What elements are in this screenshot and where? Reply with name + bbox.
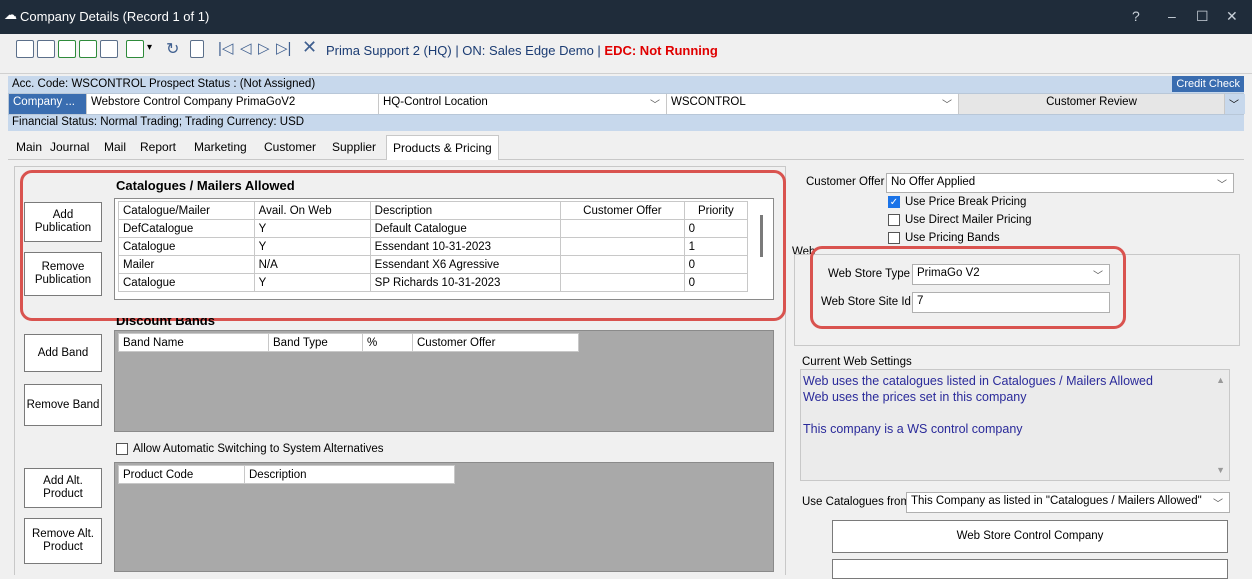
column-header[interactable]: Description bbox=[244, 465, 455, 484]
refresh-icon[interactable]: ↻ bbox=[166, 39, 179, 59]
use-catalogues-select[interactable]: This Company as listed in "Catalogues / … bbox=[906, 492, 1230, 513]
checkbox-label: Use Direct Mailer Pricing bbox=[905, 214, 1032, 227]
checkbox-icon bbox=[888, 232, 900, 244]
financial-status: Financial Status: Normal Trading; Tradin… bbox=[12, 116, 305, 128]
credit-check-button[interactable]: Credit Check bbox=[1172, 76, 1244, 92]
checkbox-label: Use Price Break Pricing bbox=[905, 196, 1027, 209]
remove-band-button[interactable]: Remove Band bbox=[24, 384, 102, 426]
dropdown-icon[interactable]: ▾ bbox=[147, 42, 152, 53]
code-select[interactable]: WSCONTROL ﹀ bbox=[667, 94, 959, 114]
chevron-down-icon: ﹀ bbox=[1217, 180, 1227, 191]
scroll-up-icon[interactable]: ▲ bbox=[1216, 372, 1225, 388]
customer-review-field[interactable]: Customer Review bbox=[959, 94, 1225, 114]
copy-icon[interactable] bbox=[190, 40, 204, 58]
auto-switch-checkbox[interactable]: Allow Automatic Switching to System Alte… bbox=[116, 443, 384, 455]
settings-line: Web uses the prices set in this company bbox=[803, 390, 1027, 404]
last-record-icon[interactable]: ▷| bbox=[276, 39, 291, 57]
app-icon: ☁ bbox=[4, 7, 17, 22]
settings-line: Web uses the catalogues listed in Catalo… bbox=[803, 374, 1153, 388]
help-icon[interactable]: ? bbox=[1132, 8, 1140, 24]
highlight-box bbox=[810, 246, 1126, 329]
chevron-down-icon: ﹀ bbox=[650, 100, 660, 111]
checkmark-icon: ✓ bbox=[888, 196, 900, 208]
column-header[interactable]: Band Type bbox=[268, 333, 363, 352]
discount-table: Band Name Band Type % Customer Offer bbox=[118, 333, 579, 352]
customer-offer-label: Customer Offer bbox=[806, 176, 885, 188]
save-new-icon[interactable] bbox=[58, 40, 76, 58]
column-header[interactable]: Customer Offer bbox=[412, 333, 579, 352]
remove-alt-product-button[interactable]: Remove Alt. Product bbox=[24, 518, 102, 564]
alternatives-grid[interactable]: Product Code Description bbox=[114, 462, 774, 572]
code-value: WSCONTROL bbox=[671, 96, 746, 108]
checkbox-icon bbox=[116, 443, 128, 455]
web-store-control-company-button[interactable]: Web Store Control Company bbox=[832, 520, 1228, 553]
secondary-button[interactable] bbox=[832, 559, 1228, 579]
maximize-icon[interactable]: ☐ bbox=[1196, 8, 1209, 25]
column-header[interactable]: Product Code bbox=[118, 465, 245, 484]
scroll-down-icon[interactable]: ▼ bbox=[1216, 462, 1225, 478]
discount-grid[interactable]: Band Name Band Type % Customer Offer bbox=[114, 330, 774, 432]
window-title: Company Details (Record 1 of 1) bbox=[20, 9, 210, 24]
title-bar: ☁ Company Details (Record 1 of 1) ? – ☐ … bbox=[0, 0, 1252, 34]
tab-bar: Main Journal Mail Report Marketing Custo… bbox=[8, 134, 1244, 160]
tab-marketing[interactable]: Marketing bbox=[190, 138, 251, 156]
edc-status: EDC: Not Running bbox=[604, 43, 718, 58]
checkbox-label: Use Pricing Bands bbox=[905, 232, 1000, 245]
customer-offer-value: No Offer Applied bbox=[891, 176, 976, 188]
table-header: Band Name Band Type % Customer Offer bbox=[118, 333, 579, 352]
company-button[interactable]: Company ... bbox=[9, 94, 87, 114]
tab-customer[interactable]: Customer bbox=[260, 138, 320, 156]
save-close-icon[interactable] bbox=[79, 40, 97, 58]
account-info-row: Acc. Code: WSCONTROL Prospect Status : (… bbox=[8, 76, 1244, 93]
current-web-settings-label: Current Web Settings bbox=[802, 356, 912, 368]
chevron-down-icon: ﹀ bbox=[1213, 499, 1223, 510]
checkbox-icon bbox=[888, 214, 900, 226]
review-dropdown[interactable]: ﹀ bbox=[1225, 94, 1245, 114]
checkbox-label: Allow Automatic Switching to System Alte… bbox=[133, 443, 384, 456]
settings-line: This company is a WS control company bbox=[803, 422, 1023, 436]
connection-text: Prima Support 2 (HQ) | ON: Sales Edge De… bbox=[326, 43, 605, 58]
use-catalogues-label: Use Catalogues from bbox=[802, 496, 911, 508]
settings-line bbox=[803, 405, 1227, 421]
tab-report[interactable]: Report bbox=[136, 138, 180, 156]
highlight-box bbox=[20, 170, 786, 321]
account-info: Acc. Code: WSCONTROL Prospect Status : (… bbox=[12, 78, 316, 90]
minimize-icon[interactable]: – bbox=[1168, 8, 1176, 24]
tab-products-pricing[interactable]: Products & Pricing bbox=[386, 135, 499, 160]
tab-main[interactable]: Main bbox=[12, 138, 46, 156]
first-record-icon[interactable]: |◁ bbox=[218, 39, 233, 57]
add-band-button[interactable]: Add Band bbox=[24, 334, 102, 372]
financial-status-row: Financial Status: Normal Trading; Tradin… bbox=[8, 115, 1244, 131]
alternatives-table: Product Code Description bbox=[118, 465, 455, 484]
chevron-down-icon: ﹀ bbox=[1229, 100, 1239, 111]
save-icon[interactable] bbox=[37, 40, 55, 58]
table-header: Product Code Description bbox=[118, 465, 455, 484]
toolbar: ▾ ↻ |◁ ◁ ▷ ▷| ✕ Prima Support 2 (HQ) | O… bbox=[0, 34, 1252, 74]
current-web-settings-box[interactable]: Web uses the catalogues listed in Catalo… bbox=[800, 369, 1230, 481]
use-catalogues-value: This Company as listed in "Catalogues / … bbox=[911, 495, 1202, 507]
close-icon[interactable]: ✕ bbox=[1226, 8, 1238, 25]
column-header[interactable]: % bbox=[362, 333, 413, 352]
pricing-bands-checkbox[interactable]: Use Pricing Bands bbox=[888, 232, 1000, 244]
price-break-checkbox[interactable]: ✓ Use Price Break Pricing bbox=[888, 196, 1026, 208]
location-select[interactable]: HQ-Control Location ﹀ bbox=[379, 94, 667, 114]
connection-status: Prima Support 2 (HQ) | ON: Sales Edge De… bbox=[326, 43, 718, 58]
previous-record-icon[interactable]: ◁ bbox=[240, 39, 252, 57]
chevron-down-icon: ﹀ bbox=[942, 100, 952, 111]
tab-mail[interactable]: Mail bbox=[100, 138, 130, 156]
company-row: Company ... Webstore Control Company Pri… bbox=[8, 93, 1245, 115]
company-name-field[interactable]: Webstore Control Company PrimaGoV2 bbox=[87, 94, 379, 114]
new-icon[interactable] bbox=[16, 40, 34, 58]
tab-supplier[interactable]: Supplier bbox=[328, 138, 380, 156]
tools-icon[interactable]: ✕ bbox=[302, 37, 317, 58]
tab-journal[interactable]: Journal bbox=[46, 138, 93, 156]
customer-offer-select[interactable]: No Offer Applied ﹀ bbox=[886, 173, 1234, 193]
location-value: HQ-Control Location bbox=[383, 96, 488, 108]
add-alt-product-button[interactable]: Add Alt. Product bbox=[24, 468, 102, 508]
delete-icon[interactable] bbox=[100, 40, 118, 58]
column-header[interactable]: Band Name bbox=[118, 333, 269, 352]
direct-mailer-checkbox[interactable]: Use Direct Mailer Pricing bbox=[888, 214, 1032, 226]
next-record-icon[interactable]: ▷ bbox=[258, 39, 270, 57]
add-icon[interactable] bbox=[126, 40, 144, 58]
